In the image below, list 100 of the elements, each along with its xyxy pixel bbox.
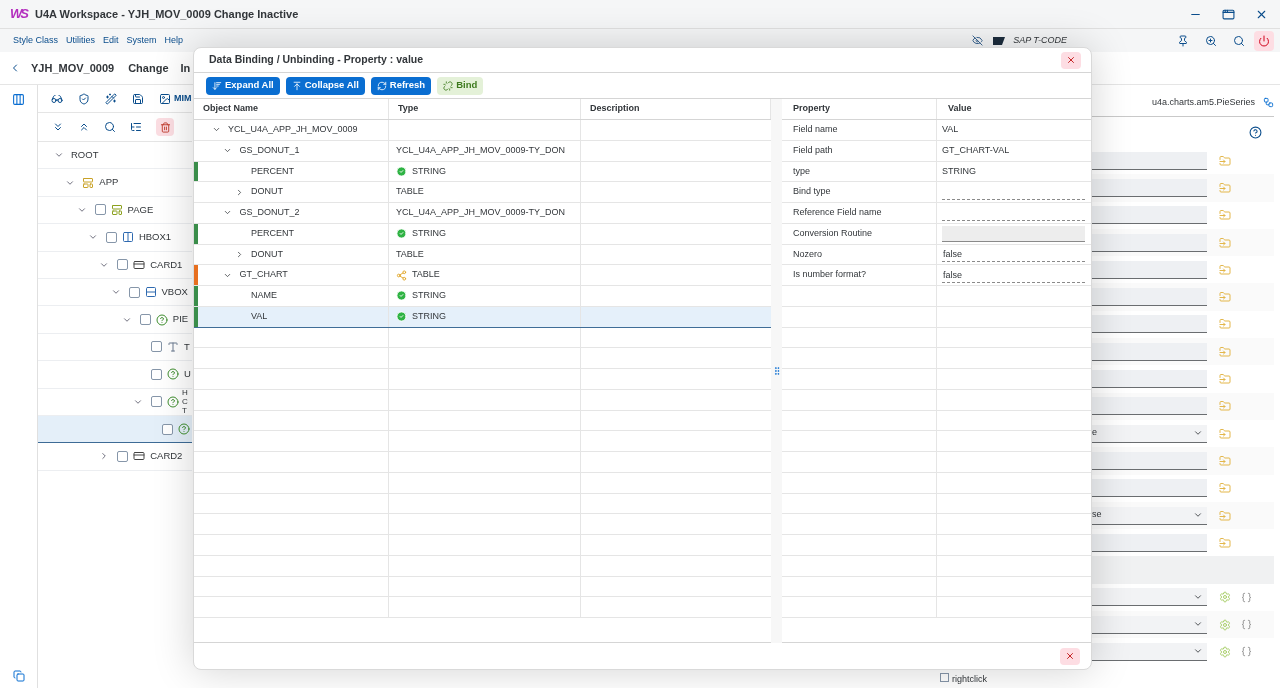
- input-field[interactable]: [1092, 260, 1207, 279]
- table-row[interactable]: YCL_U4A_APP_JH_MOV_0009: [194, 120, 771, 141]
- folder-icon[interactable]: [1219, 427, 1231, 440]
- table-row[interactable]: DONUT TABLE: [194, 244, 771, 266]
- input-field[interactable]: false: [942, 267, 1085, 284]
- magic-wand-icon[interactable]: [105, 92, 117, 105]
- tree-row[interactable]: ROOT: [38, 142, 192, 170]
- checkbox[interactable]: [117, 259, 129, 271]
- eye-off-icon[interactable]: [972, 35, 984, 46]
- input-field[interactable]: [1092, 397, 1207, 416]
- folder-icon[interactable]: [1219, 318, 1231, 331]
- toolbar-button[interactable]: Refresh: [370, 76, 432, 95]
- tree-row[interactable]: [38, 415, 192, 444]
- toolbar-button[interactable]: Expand All: [206, 76, 280, 95]
- input-field[interactable]: [1092, 178, 1207, 197]
- folder-icon[interactable]: [1219, 536, 1231, 549]
- expand-all-icon[interactable]: [52, 121, 64, 133]
- menu-item[interactable]: Style Class: [13, 33, 58, 48]
- checkbox[interactable]: [162, 423, 174, 435]
- checkbox[interactable]: [128, 286, 140, 298]
- image-button[interactable]: MIM: [159, 91, 192, 106]
- checkbox[interactable]: [151, 368, 163, 380]
- folder-icon[interactable]: [1219, 236, 1231, 249]
- tree-row[interactable]: CARD1: [38, 251, 192, 279]
- input-field[interactable]: [1092, 206, 1207, 225]
- input-field[interactable]: [1092, 151, 1207, 170]
- checkbox[interactable]: [151, 396, 163, 408]
- folder-icon[interactable]: [1219, 209, 1231, 222]
- input-field[interactable]: [1092, 342, 1207, 361]
- table-row[interactable]: PERCENT STRING: [194, 161, 771, 183]
- dropdown[interactable]: e: [1092, 424, 1207, 443]
- checkbox[interactable]: [151, 341, 163, 353]
- input-field[interactable]: [1092, 370, 1207, 388]
- input-field[interactable]: [942, 225, 1085, 242]
- table-row[interactable]: NAME STRING: [194, 286, 771, 307]
- tree-row[interactable]: HBOX1: [38, 224, 192, 252]
- tree-row[interactable]: VBOX: [38, 278, 192, 307]
- table-row[interactable]: GS_DONUT_2 YCL_U4A_APP_JH_MOV_0009-TY_DON: [194, 203, 771, 224]
- pin-icon[interactable]: [1177, 34, 1189, 47]
- input-field[interactable]: [1092, 315, 1207, 334]
- search-icon[interactable]: [104, 121, 116, 133]
- braces-icon[interactable]: [1241, 646, 1252, 658]
- shield-icon[interactable]: [78, 92, 90, 105]
- checkbox[interactable]: [94, 204, 106, 216]
- tcode-label[interactable]: SAP T-CODE: [1013, 33, 1067, 48]
- help-icon[interactable]: [1249, 125, 1262, 139]
- input-field[interactable]: [1092, 451, 1207, 470]
- table-row[interactable]: DONUT TABLE: [194, 182, 771, 203]
- tree-row[interactable]: PIE: [38, 306, 192, 334]
- copy-icon[interactable]: [12, 670, 25, 682]
- tree-row[interactable]: APP: [38, 169, 192, 197]
- hierarchy-icon[interactable]: [1263, 97, 1274, 108]
- input-field[interactable]: [1092, 479, 1207, 498]
- delete-button[interactable]: [156, 118, 174, 136]
- dropdown[interactable]: [1092, 643, 1207, 661]
- folder-icon[interactable]: [1219, 373, 1231, 385]
- zoom-in-icon[interactable]: [1205, 34, 1217, 47]
- table-row[interactable]: GT_CHART TABLE: [194, 265, 771, 286]
- toolbar-button[interactable]: Collapse All: [285, 76, 365, 95]
- braces-icon[interactable]: [1241, 591, 1252, 603]
- folder-icon[interactable]: [1219, 345, 1231, 358]
- input-field[interactable]: [1092, 288, 1207, 307]
- tree-row[interactable]: T: [38, 333, 192, 362]
- list-tree-icon[interactable]: [130, 121, 142, 133]
- table-row[interactable]: VAL STRING: [194, 306, 771, 328]
- table-row[interactable]: GS_DONUT_1 YCL_U4A_APP_JH_MOV_0009-TY_DON: [194, 140, 771, 162]
- dropdown[interactable]: [1092, 588, 1207, 607]
- tree-row[interactable]: PAGE: [38, 196, 192, 225]
- search-icon[interactable]: [1233, 34, 1245, 47]
- folder-icon[interactable]: [1219, 482, 1231, 495]
- menu-item[interactable]: System: [126, 33, 157, 48]
- columns-icon[interactable]: [12, 93, 25, 106]
- folder-icon[interactable]: [1219, 454, 1231, 467]
- power-button[interactable]: [1254, 30, 1274, 51]
- input-field[interactable]: false: [942, 246, 1085, 263]
- folder-icon[interactable]: [1219, 154, 1231, 167]
- table-row[interactable]: PERCENT STRING: [194, 223, 771, 245]
- folder-icon[interactable]: [1219, 263, 1231, 276]
- folder-icon[interactable]: [1219, 291, 1231, 304]
- tree-row[interactable]: CARD2: [38, 443, 192, 471]
- checkbox[interactable]: [139, 314, 151, 326]
- menu-item[interactable]: Utilities: [66, 33, 96, 48]
- collapse-all-icon[interactable]: [78, 121, 90, 133]
- folder-icon[interactable]: [1219, 400, 1231, 413]
- dropdown[interactable]: se: [1092, 506, 1207, 525]
- tree-row[interactable]: U: [38, 361, 192, 389]
- checkbox[interactable]: [117, 451, 129, 462]
- menu-item[interactable]: Edit: [103, 33, 119, 48]
- glasses-icon[interactable]: [51, 92, 63, 105]
- save-icon[interactable]: [132, 92, 144, 105]
- input-field[interactable]: [1092, 533, 1207, 552]
- input-field[interactable]: [1092, 233, 1207, 252]
- maximize-icon[interactable]: [1222, 7, 1235, 21]
- dropdown[interactable]: [1092, 615, 1207, 634]
- braces-icon[interactable]: [1241, 619, 1252, 631]
- toolbar-button[interactable]: Bind: [437, 76, 484, 95]
- folder-icon[interactable]: [1219, 509, 1231, 522]
- folder-icon[interactable]: [1219, 181, 1231, 194]
- menu-item[interactable]: Help: [164, 33, 184, 48]
- checkbox[interactable]: [105, 231, 117, 243]
